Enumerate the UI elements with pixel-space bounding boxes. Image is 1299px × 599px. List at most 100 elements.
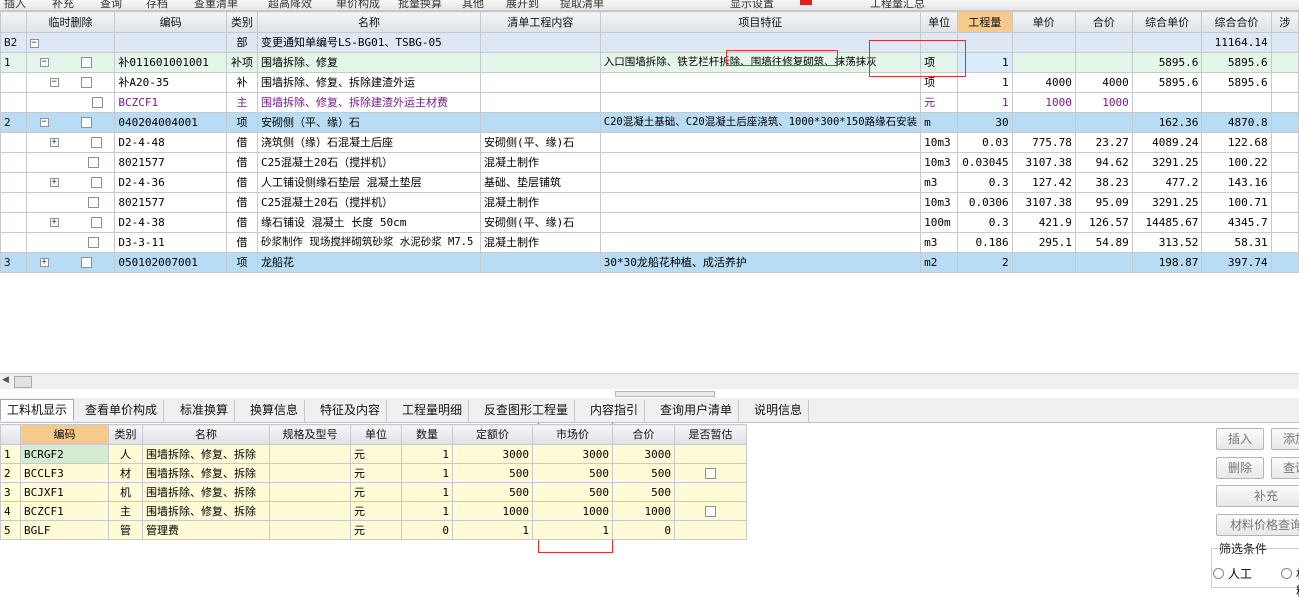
cell-total[interactable]: [1074, 32, 1133, 53]
temp-delete-checkbox[interactable]: [81, 117, 93, 129]
cell-unit[interactable]: 10m3: [920, 132, 959, 153]
cell-total[interactable]: [1074, 112, 1133, 133]
cell-extra[interactable]: [1270, 232, 1299, 253]
tree-cell[interactable]: [25, 152, 116, 173]
tree-cell[interactable]: [25, 92, 116, 113]
temp-delete-checkbox[interactable]: [91, 177, 103, 189]
cell-code[interactable]: BCJXF1: [20, 482, 109, 502]
cell-quota-price[interactable]: 1000: [452, 501, 533, 521]
cell-market-price[interactable]: 500: [532, 482, 613, 502]
header-composite-total[interactable]: 综合合价: [1201, 11, 1272, 33]
cell-temp-estimate[interactable]: [674, 463, 747, 483]
header-extra[interactable]: 涉: [1270, 11, 1299, 33]
header-total[interactable]: 合价: [1074, 11, 1133, 33]
cell-feature[interactable]: [599, 152, 922, 173]
cell-unit[interactable]: 元: [350, 463, 402, 483]
cell-code[interactable]: BCZCF1: [114, 92, 227, 113]
tab-labor-material-machine[interactable]: 工料机显示: [0, 399, 75, 421]
resource-header-spec[interactable]: 规格及型号: [269, 424, 351, 445]
tree-cell[interactable]: −: [25, 52, 116, 73]
toolbar-extract[interactable]: 提取清单: [560, 0, 604, 10]
cell-name[interactable]: 围墙拆除、修复、拆除: [142, 444, 270, 464]
insert-button[interactable]: 插入: [1216, 428, 1264, 450]
cell-quota-price[interactable]: 500: [452, 482, 533, 502]
cell-code[interactable]: 8021577: [114, 192, 227, 213]
cell-extra[interactable]: [1270, 192, 1299, 213]
toolbar-display[interactable]: 显示设置: [730, 0, 774, 10]
tab-price-composition[interactable]: 查看单价构成: [79, 400, 165, 422]
cell-content[interactable]: [479, 252, 601, 273]
temp-delete-checkbox[interactable]: [91, 137, 103, 149]
cell-code[interactable]: 040204004001: [114, 112, 227, 133]
tree-cell[interactable]: +: [25, 212, 116, 233]
resource-header-qty[interactable]: 数量: [401, 424, 453, 445]
cell-quota-price[interactable]: 500: [452, 463, 533, 483]
cell-feature[interactable]: [599, 72, 922, 93]
cell-code[interactable]: 050102007001: [114, 252, 227, 273]
tab-quantity-detail[interactable]: 工程量明细: [396, 400, 470, 422]
tree-cell[interactable]: +: [25, 252, 116, 273]
cell-total[interactable]: 1000: [1074, 92, 1133, 113]
cell-composite-total[interactable]: 122.68: [1201, 132, 1272, 153]
cell-feature[interactable]: [599, 232, 922, 253]
cell-unit[interactable]: 10m3: [920, 152, 959, 173]
cell-code[interactable]: BCCLF3: [20, 463, 109, 483]
collapse-icon[interactable]: −: [39, 118, 49, 128]
cell-name[interactable]: 管理费: [142, 520, 270, 540]
cell-name[interactable]: 围墙拆除、修复、拆除: [142, 463, 270, 483]
cell-qty[interactable]: 1: [401, 482, 453, 502]
table-row[interactable]: 1 − 补011601001001 补项 围墙拆除、修复 入口围墙拆除、铁艺栏杆…: [0, 52, 1299, 73]
cell-market-price[interactable]: 1: [532, 520, 613, 540]
cell-composite-price[interactable]: 477.2: [1131, 172, 1203, 193]
cell-total[interactable]: 500: [612, 463, 675, 483]
cell-type[interactable]: 机: [108, 482, 143, 502]
table-row[interactable]: 3 + 050102007001 项 龙船花 30*30龙船花种植、成活养护 m…: [0, 252, 1299, 273]
table-row[interactable]: + D2-4-48 借 浇筑侧（缘）石混凝土后座 安砌侧(平、缘)石 10m3 …: [0, 132, 1299, 153]
cell-composite-price[interactable]: 162.36: [1131, 112, 1203, 133]
header-feature[interactable]: 项目特征: [599, 11, 922, 33]
cell-composite-total[interactable]: 143.16: [1201, 172, 1272, 193]
cell-price[interactable]: 3107.38: [1011, 192, 1076, 213]
toolbar-summary[interactable]: 工程量汇总: [870, 0, 925, 10]
radio-labor-label[interactable]: 人工: [1228, 565, 1252, 582]
cell-qty[interactable]: 1: [401, 463, 453, 483]
cell-feature[interactable]: [599, 192, 922, 213]
cell-unit[interactable]: 元: [350, 520, 402, 540]
pane-splitter[interactable]: [615, 391, 715, 397]
tab-conversion-info[interactable]: 换算信息: [244, 400, 306, 422]
cell-composite-price[interactable]: 198.87: [1131, 252, 1203, 273]
tree-cell[interactable]: [25, 232, 116, 253]
cell-spec[interactable]: [269, 463, 351, 483]
tab-reverse-lookup[interactable]: 反查图形工程量: [478, 400, 576, 422]
tab-user-bill[interactable]: 查询用户清单: [654, 400, 740, 422]
cell-content[interactable]: [479, 32, 601, 53]
cell-extra[interactable]: [1270, 92, 1299, 113]
cell-composite-price[interactable]: 5895.6: [1131, 52, 1203, 73]
cell-price[interactable]: [1011, 252, 1076, 273]
cell-total[interactable]: 23.27: [1074, 132, 1133, 153]
cell-total[interactable]: 95.09: [1074, 192, 1133, 213]
cell-extra[interactable]: [1270, 212, 1299, 233]
cell-content[interactable]: 混凝土制作: [479, 152, 601, 173]
resource-header-name[interactable]: 名称: [142, 424, 270, 445]
cell-feature[interactable]: [599, 32, 922, 53]
cell-composite-price[interactable]: 3291.25: [1131, 192, 1203, 213]
cell-type[interactable]: 补项: [225, 52, 259, 73]
cell-unit[interactable]: m2: [920, 252, 959, 273]
resource-header-code[interactable]: 编码: [20, 424, 109, 445]
expand-icon[interactable]: +: [49, 138, 59, 148]
cell-price[interactable]: 421.9: [1011, 212, 1076, 233]
material-price-query-button[interactable]: 材料价格查询: [1216, 514, 1299, 536]
temp-delete-checkbox[interactable]: [87, 197, 99, 209]
cell-type[interactable]: 借: [225, 152, 259, 173]
horizontal-scrollbar[interactable]: ◀: [0, 373, 1299, 389]
toolbar-dup-check[interactable]: 查重清单: [194, 0, 238, 10]
cell-content[interactable]: [479, 112, 601, 133]
scroll-thumb[interactable]: [14, 376, 32, 388]
cell-quota-price[interactable]: 3000: [452, 444, 533, 464]
temp-delete-checkbox[interactable]: [91, 97, 103, 109]
cell-name[interactable]: 围墙拆除、修复、拆除建渣外运: [257, 72, 481, 93]
toolbar-batch-convert[interactable]: 批量换算: [398, 0, 442, 10]
cell-content[interactable]: [479, 92, 601, 113]
cell-name[interactable]: C25混凝土20石（搅拌机）: [257, 152, 481, 173]
